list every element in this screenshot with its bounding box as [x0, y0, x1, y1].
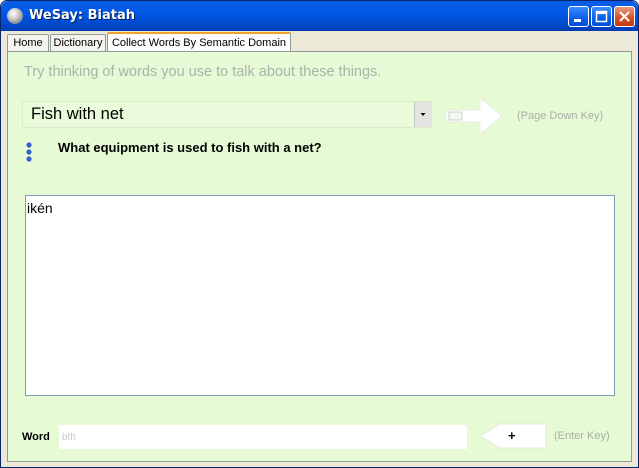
next-domain-button[interactable] — [442, 96, 512, 136]
selected-domain: Fish with net — [31, 105, 124, 123]
tab-dictionary[interactable]: Dictionary — [50, 34, 106, 51]
collect-words-panel: Try thinking of words you use to talk ab… — [7, 51, 632, 462]
instruction-hint: Try thinking of words you use to talk ab… — [24, 64, 382, 80]
close-button[interactable] — [614, 6, 635, 27]
word-input[interactable] — [59, 425, 467, 449]
tab-collect-words-by-semantic-domain[interactable]: Collect Words By Semantic Domain — [107, 32, 291, 52]
minimize-button[interactable] — [568, 6, 589, 27]
title-bar[interactable]: WeSay: Biatah — [1, 1, 638, 31]
add-word-label: + — [508, 428, 516, 443]
minimize-icon — [574, 19, 581, 22]
page-down-hint: (Page Down Key) — [517, 110, 604, 122]
tab-home[interactable]: Home — [7, 34, 49, 51]
app-globe-icon[interactable] — [7, 8, 23, 24]
enter-key-hint: (Enter Key) — [554, 430, 610, 442]
right-arrow-icon — [445, 96, 503, 136]
semantic-domain-dropdown[interactable]: Fish with net — [22, 101, 432, 128]
chevron-down-icon — [420, 113, 426, 116]
maximize-button[interactable] — [591, 6, 612, 27]
word-label: Word — [22, 431, 50, 443]
word-list[interactable]: ikén — [25, 195, 615, 396]
list-item[interactable]: ikén — [27, 200, 53, 216]
app-window: WeSay: Biatah Home Dictionary Collect Wo… — [0, 0, 639, 468]
dropdown-button[interactable] — [414, 102, 431, 127]
maximize-icon — [595, 10, 608, 23]
add-word-button[interactable]: + — [478, 422, 547, 450]
questions-icon — [26, 142, 32, 162]
close-icon — [619, 11, 630, 22]
domain-question: What equipment is used to fish with a ne… — [58, 140, 322, 155]
window-title: WeSay: Biatah — [29, 8, 136, 23]
